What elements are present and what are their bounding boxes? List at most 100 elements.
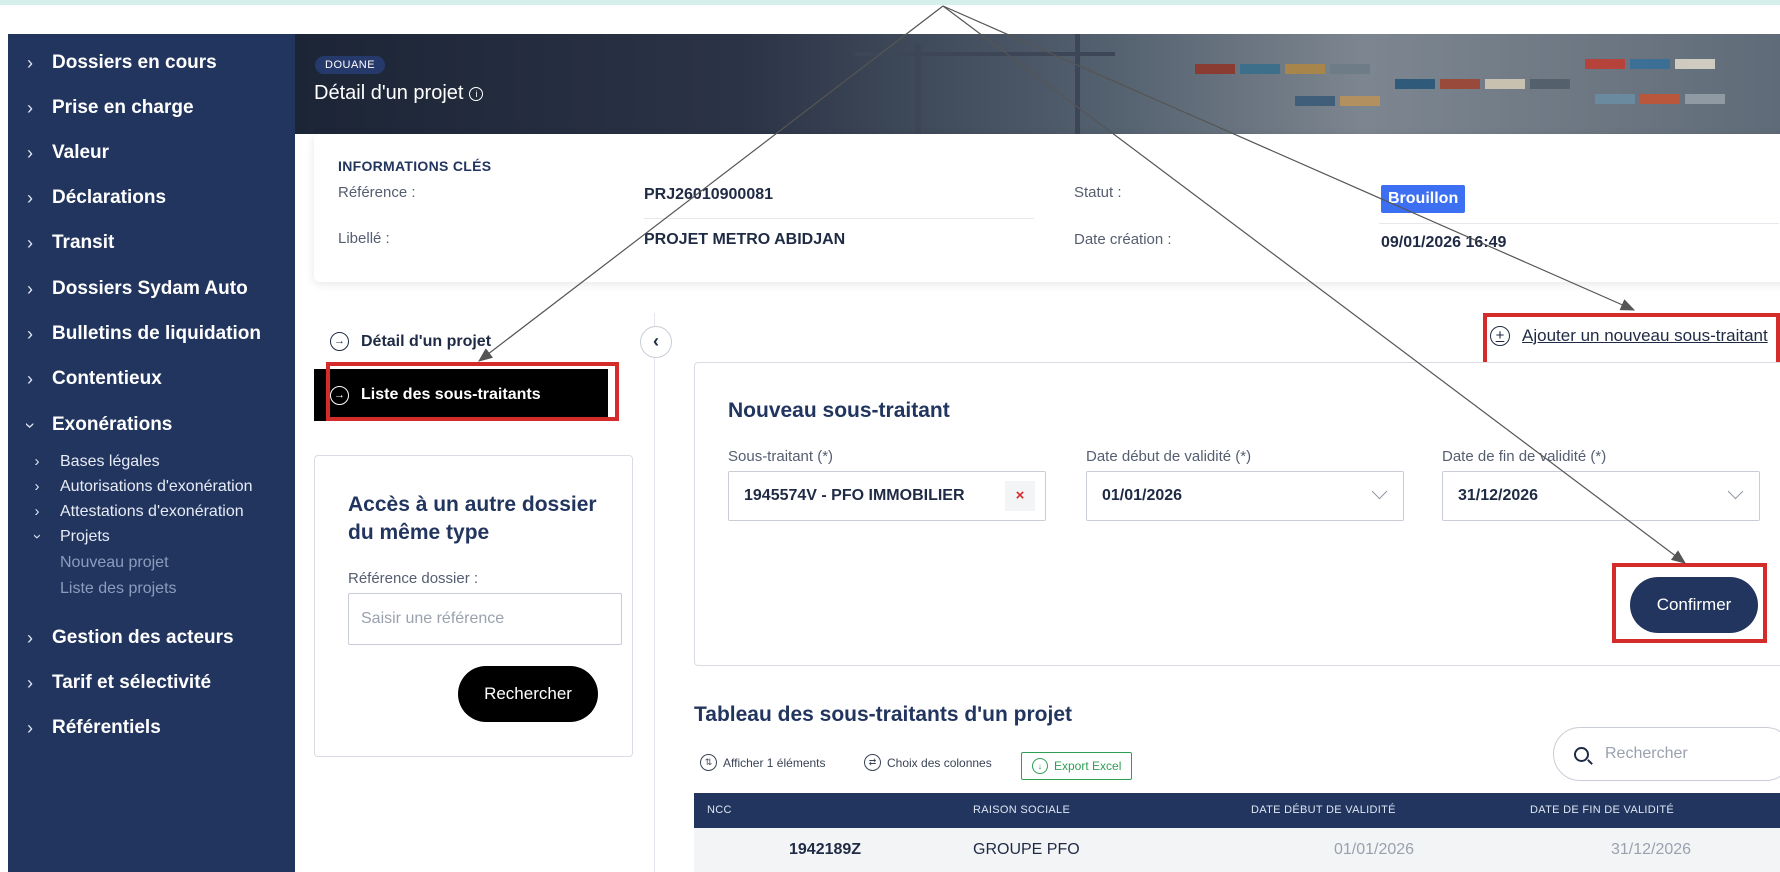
sidebar-item-referentiels[interactable]: › Référentiels — [8, 708, 295, 748]
subcontractor-select[interactable]: 1945574V - PFO IMMOBILIER × — [728, 471, 1046, 521]
sidebar: › Dossiers en cours › Prise en charge › Val… — [8, 34, 295, 872]
chevron-right-icon: › — [27, 97, 33, 118]
status-badge: Brouillon — [1381, 185, 1466, 213]
sidebar-sub-label: Attestations d'exonération — [60, 502, 244, 520]
table-row[interactable]: 1942189Z GROUPE PFO 01/01/2026 31/12/202… — [694, 828, 1780, 872]
col-header-ncc[interactable]: NCC — [707, 793, 732, 828]
sidebar-leaf-nouveau-projet[interactable]: Nouveau projet — [60, 550, 169, 575]
tab-label: Liste des sous-traitants — [361, 386, 541, 403]
sidebar-item-prise-en-charge[interactable]: › Prise en charge — [8, 88, 295, 128]
chevron-right-icon: › — [27, 52, 33, 73]
show-elements-label: Afficher 1 éléments — [723, 755, 826, 770]
table-search[interactable] — [1553, 727, 1780, 781]
sidebar-item-label: Tarif et sélectivité — [52, 672, 212, 693]
header-banner-image — [295, 34, 1780, 134]
columns-choice-control[interactable]: ⇄ Choix des colonnes — [864, 754, 992, 771]
sidebar-sub-bases-legales[interactable]: › Bases légales — [8, 449, 295, 474]
sidebar-item-transit[interactable]: › Transit — [8, 223, 295, 263]
subcontractor-label: Sous-traitant (*) — [728, 448, 834, 465]
sidebar-leaf-liste-projets[interactable]: Liste des projets — [60, 576, 177, 601]
export-excel-button[interactable]: ↓ Export Excel — [1021, 752, 1133, 780]
subcontractor-value: 1945574V - PFO IMMOBILIER — [744, 487, 965, 504]
columns-choice-label: Choix des colonnes — [887, 755, 992, 770]
sidebar-item-label: Dossiers Sydam Auto — [52, 278, 248, 299]
col-header-raison-sociale[interactable]: RAISON SOCIALE — [973, 793, 1070, 828]
chevron-right-icon: › — [27, 323, 33, 344]
reference-label: Référence : — [338, 184, 416, 201]
tab-liste-sous-traitants[interactable]: → Liste des sous-traitants — [314, 369, 608, 421]
chevron-right-icon: › — [27, 717, 33, 738]
tab-label: Détail d'un projet — [361, 332, 492, 350]
cell-date-debut: 01/01/2026 — [1334, 841, 1415, 858]
plus-circle-icon: + — [1490, 326, 1510, 346]
chevron-down-icon: › — [20, 422, 41, 428]
table-search-input[interactable] — [1603, 744, 1757, 764]
douane-badge: DOUANE — [315, 56, 386, 74]
info-circle-icon[interactable]: i — [469, 86, 484, 101]
sidebar-item-label: Gestion des acteurs — [52, 627, 234, 648]
libelle-value: PROJET METRO ABIDJAN — [644, 231, 846, 248]
chevron-right-icon: › — [27, 278, 33, 299]
start-date-value: 01/01/2026 — [1102, 487, 1183, 504]
sidebar-sub-projets[interactable]: › Projets — [8, 524, 295, 549]
sidebar-item-bulletins[interactable]: › Bulletins de liquidation — [8, 314, 295, 354]
sidebar-item-dossiers-sydam-auto[interactable]: › Dossiers Sydam Auto — [8, 269, 295, 309]
arrow-right-circle-icon: → — [330, 385, 349, 405]
download-icon: ↓ — [1032, 758, 1048, 774]
chevron-down-icon — [1727, 483, 1744, 500]
col-header-date-fin[interactable]: DATE DE FIN DE VALIDITÉ — [1530, 793, 1674, 828]
table-title: Tableau des sous-traitants d'un projet — [694, 703, 1072, 726]
ref-dossier-input[interactable] — [348, 593, 622, 645]
collapse-chevron-left-icon[interactable]: ‹ — [640, 326, 672, 358]
sidebar-item-label: Contentieux — [52, 368, 162, 389]
vertical-divider — [654, 313, 655, 872]
chevron-right-icon: › — [27, 672, 33, 693]
sidebar-item-exonerations[interactable]: › Exonérations — [8, 405, 295, 445]
sidebar-item-valeur[interactable]: › Valeur — [8, 133, 295, 173]
chevron-down-icon: › — [28, 534, 46, 539]
cell-date-fin: 31/12/2026 — [1611, 841, 1692, 858]
chevron-right-icon: › — [27, 368, 33, 389]
arrow-right-circle-icon: → — [330, 332, 349, 351]
export-excel-label: Export Excel — [1054, 759, 1122, 773]
table-header: NCC RAISON SOCIALE DATE DÉBUT DE VALIDIT… — [694, 793, 1780, 828]
tab-detail-projet[interactable]: → Détail d'un projet — [330, 332, 491, 351]
other-dossier-card: Accès à un autre dossier du même type Ré… — [314, 455, 633, 757]
clear-x-icon[interactable]: × — [1005, 481, 1035, 511]
sidebar-item-dossiers-en-cours[interactable]: › Dossiers en cours — [8, 43, 295, 83]
sort-arrows-icon: ⇅ — [700, 754, 717, 771]
show-elements-control[interactable]: ⇅ Afficher 1 éléments — [700, 754, 826, 771]
sidebar-sub-label: Bases légales — [60, 452, 160, 470]
sidebar-item-gestion-acteurs[interactable]: › Gestion des acteurs — [8, 618, 295, 658]
swap-arrows-icon: ⇄ — [864, 754, 881, 771]
confirm-button[interactable]: Confirmer — [1630, 577, 1758, 633]
search-dossier-button[interactable]: Rechercher — [458, 666, 598, 722]
sidebar-item-declarations[interactable]: › Déclarations — [8, 178, 295, 218]
libelle-label: Libellé : — [338, 230, 390, 247]
other-dossier-title: Accès à un autre dossier du même type — [348, 493, 597, 544]
end-date-select[interactable]: 31/12/2026 — [1442, 471, 1760, 521]
key-info-card: INFORMATIONS CLÉS Référence : PRJ2601090… — [314, 134, 1780, 282]
date-creation-label: Date création : — [1074, 231, 1172, 248]
sidebar-item-tarif[interactable]: › Tarif et sélectivité — [8, 663, 295, 703]
sidebar-item-contentieux[interactable]: › Contentieux — [8, 359, 295, 399]
sidebar-sub-attestations[interactable]: › Attestations d'exonération — [8, 499, 295, 524]
col-header-date-debut[interactable]: DATE DÉBUT DE VALIDITÉ — [1251, 793, 1396, 828]
sidebar-item-label: Exonérations — [52, 414, 173, 435]
sidebar-item-label: Prise en charge — [52, 97, 194, 118]
key-info-heading: INFORMATIONS CLÉS — [338, 158, 492, 174]
top-strip — [0, 0, 1780, 5]
sidebar-item-label: Bulletins de liquidation — [52, 323, 261, 344]
sidebar-item-label: Transit — [52, 232, 115, 253]
add-subcontractor-link[interactable]: + Ajouter un nouveau sous-traitant — [1490, 326, 1768, 346]
sidebar-sub-label: Projets — [60, 527, 110, 545]
sidebar-sub-autorisations[interactable]: › Autorisations d'exonération — [8, 474, 295, 499]
start-date-select[interactable]: 01/01/2026 — [1086, 471, 1404, 521]
chevron-right-icon: › — [27, 232, 33, 253]
sidebar-item-label: Dossiers en cours — [52, 52, 217, 73]
cell-raison-sociale: GROUPE PFO — [973, 841, 1080, 858]
date-creation-value: 09/01/2026 16:49 — [1381, 234, 1507, 251]
chevron-right-icon: › — [34, 503, 40, 520]
sidebar-item-label: Référentiels — [52, 717, 161, 738]
end-date-value: 31/12/2026 — [1458, 487, 1539, 504]
